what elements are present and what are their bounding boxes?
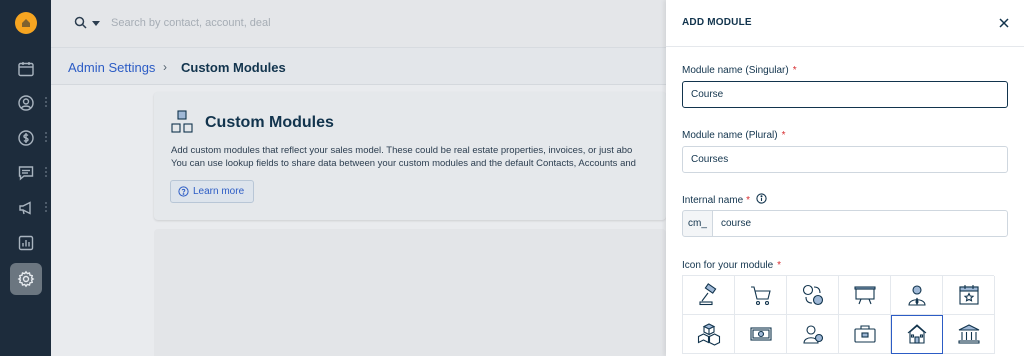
search-icon[interactable]	[74, 16, 87, 29]
plural-name-field[interactable]	[682, 146, 1008, 173]
icon-option-gavel[interactable]	[683, 276, 735, 315]
conversations-more-icon[interactable]	[45, 167, 48, 177]
custom-modules-card: Custom Modules Add custom modules that r…	[154, 92, 666, 220]
search-scope-dropdown-icon[interactable]	[92, 21, 100, 26]
breadcrumb: Admin Settings › Custom Modules	[51, 47, 666, 85]
deals-nav-icon[interactable]	[10, 122, 42, 154]
icon-option-exchange[interactable]	[787, 276, 839, 315]
campaigns-more-icon[interactable]	[45, 202, 48, 212]
breadcrumb-admin-settings-link[interactable]: Admin Settings	[68, 60, 155, 75]
icon-picker-grid	[682, 275, 995, 354]
contacts-nav-icon[interactable]	[10, 87, 42, 119]
required-marker: *	[781, 130, 786, 141]
close-icon[interactable]	[998, 17, 1010, 29]
icon-option-person[interactable]	[787, 315, 839, 354]
internal-label-text: Internal name	[682, 195, 744, 206]
learn-more-button[interactable]: Learn more	[170, 180, 254, 203]
calendar-star-icon	[958, 285, 979, 305]
bank-icon	[957, 324, 980, 344]
calendar-nav-icon[interactable]	[10, 53, 42, 85]
plural-label: Module name (Plural) *	[682, 130, 786, 141]
campaigns-nav-icon[interactable]	[10, 192, 42, 224]
cart-icon	[750, 286, 771, 306]
person-tie-icon	[907, 285, 926, 306]
add-module-panel: ADD MODULE Module name (Singular)* Modul…	[666, 0, 1024, 356]
card-description-line: You can use lookup fields to share data …	[171, 158, 636, 169]
money-icon	[749, 327, 772, 341]
conversations-nav-icon[interactable]	[10, 157, 42, 189]
icon-option-briefcase[interactable]	[839, 315, 891, 354]
learn-more-label: Learn more	[193, 186, 245, 197]
icon-option-presentation[interactable]	[839, 276, 891, 315]
breadcrumb-separator: ›	[163, 60, 167, 74]
search-input[interactable]	[111, 12, 511, 34]
card-title: Custom Modules	[205, 114, 334, 131]
plural-label-text: Module name (Plural)	[682, 130, 778, 141]
exchange-icon	[802, 284, 823, 306]
boxes-icon	[697, 323, 720, 346]
modules-list-card	[154, 229, 666, 356]
icon-option-money[interactable]	[735, 315, 787, 354]
contacts-more-icon[interactable]	[45, 97, 48, 107]
internal-label: Internal name *	[682, 195, 750, 206]
panel-title: ADD MODULE	[682, 17, 752, 28]
icon-option-bank[interactable]	[943, 315, 995, 354]
house-icon	[907, 324, 926, 344]
required-marker: *	[792, 65, 797, 76]
gavel-icon	[698, 283, 716, 306]
top-bar	[51, 0, 666, 47]
modules-icon	[171, 110, 193, 133]
singular-name-field[interactable]	[682, 81, 1008, 108]
card-description-line: Add custom modules that reflect your sal…	[171, 145, 633, 156]
card-description: Add custom modules that reflect your sal…	[171, 144, 666, 170]
required-marker: *	[777, 260, 782, 271]
info-icon[interactable]	[756, 193, 767, 204]
presentation-icon	[853, 286, 876, 305]
icon-option-calendar-star[interactable]	[943, 276, 995, 315]
deals-more-icon[interactable]	[45, 132, 48, 142]
internal-name-field[interactable]	[712, 210, 1008, 237]
required-marker: *	[746, 195, 751, 206]
icon-option-cart[interactable]	[735, 276, 787, 315]
icon-option-house[interactable]	[891, 315, 943, 354]
icon-label-text: Icon for your module	[682, 260, 774, 271]
help-icon	[178, 186, 189, 197]
panel-header: ADD MODULE	[666, 0, 1024, 47]
singular-label: Module name (Singular) *	[682, 65, 797, 76]
reports-nav-icon[interactable]	[10, 227, 42, 259]
icon-label: Icon for your module *	[682, 260, 781, 271]
singular-label-text: Module name (Singular)	[682, 65, 789, 76]
left-nav	[0, 0, 51, 356]
icon-option-person-tie[interactable]	[891, 276, 943, 315]
person-icon	[802, 325, 823, 344]
logo-icon[interactable]	[15, 12, 37, 34]
briefcase-icon	[853, 325, 876, 343]
icon-option-boxes[interactable]	[683, 315, 735, 354]
internal-name-prefix: cm_	[682, 210, 713, 237]
settings-nav-icon[interactable]	[10, 263, 42, 295]
breadcrumb-current: Custom Modules	[181, 60, 286, 75]
